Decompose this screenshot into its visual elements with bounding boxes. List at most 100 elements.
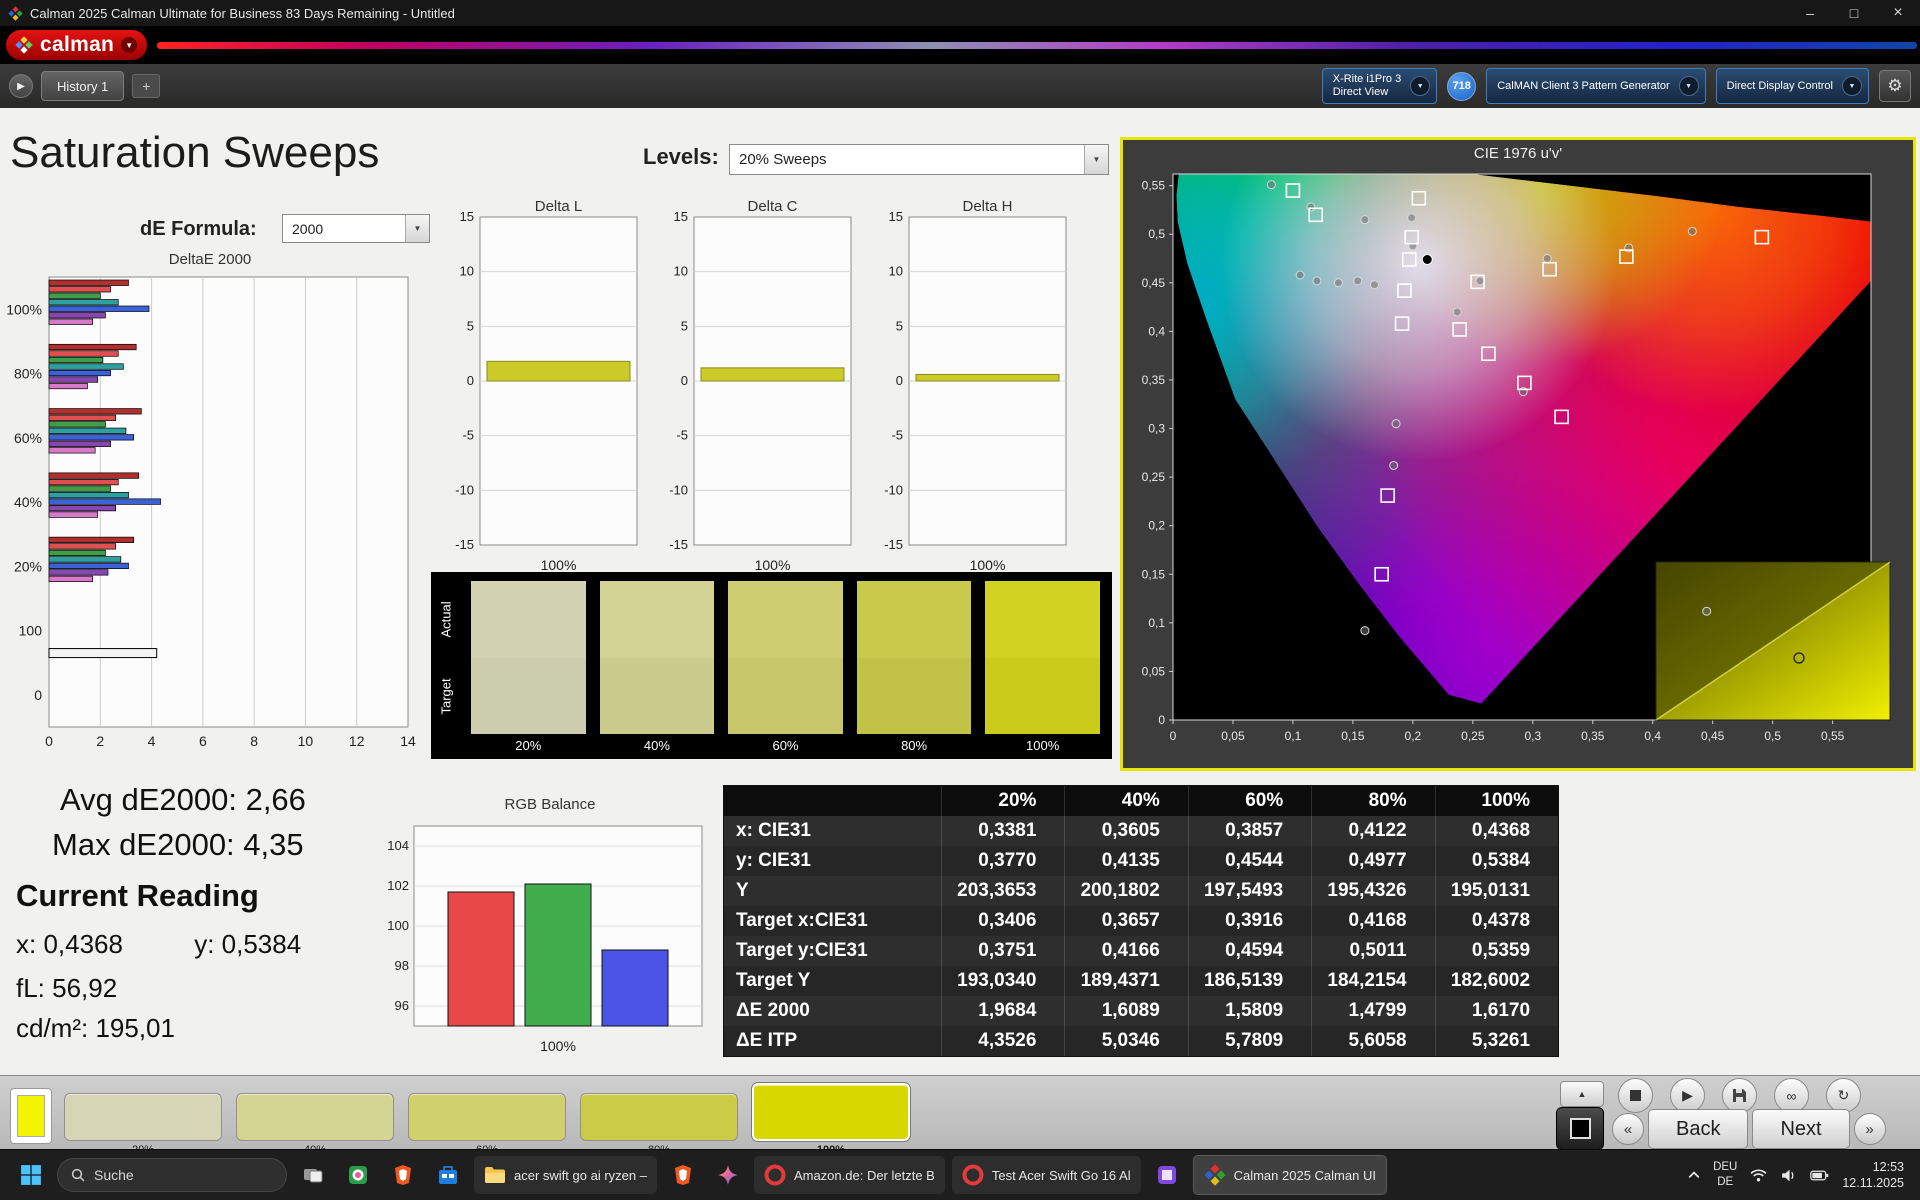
value-cell: 0,4378 bbox=[1436, 906, 1558, 936]
pattern-swatch-button[interactable]: 20% bbox=[64, 1093, 222, 1156]
yellow-pattern-button[interactable] bbox=[10, 1088, 52, 1144]
max-de-readout: Max dE2000: 4,35 bbox=[52, 827, 304, 863]
svg-text:-5: -5 bbox=[462, 428, 474, 443]
avg-de-readout: Avg dE2000: 2,66 bbox=[60, 782, 306, 818]
taskbar-brave-button[interactable] bbox=[664, 1156, 702, 1194]
lang-line1: DEU bbox=[1713, 1160, 1737, 1175]
column-header: 60% bbox=[1189, 786, 1312, 816]
taskbar-opera-window[interactable]: Test Acer Swift Go 16 Al bbox=[952, 1156, 1141, 1194]
back-button[interactable]: Back bbox=[1648, 1109, 1748, 1149]
svg-text:Delta L: Delta L bbox=[535, 198, 583, 215]
svg-text:40%: 40% bbox=[14, 494, 42, 510]
purple-app-icon bbox=[1156, 1164, 1178, 1186]
value-cell: 0,4135 bbox=[1065, 846, 1188, 876]
pattern-strip: 20%40%60%80%100% ▲ ▶ ∞ ↻ « Back Next » bbox=[0, 1075, 1920, 1149]
row-label: ΔE ITP bbox=[724, 1026, 942, 1056]
logo-caret-icon[interactable]: ▼ bbox=[121, 37, 137, 53]
history-tab[interactable]: History 1 bbox=[41, 71, 124, 101]
brave-icon bbox=[672, 1164, 694, 1186]
play-button[interactable]: ▶ bbox=[1670, 1078, 1705, 1113]
tray-time: 12:53 bbox=[1842, 1159, 1904, 1175]
value-cell: 186,5139 bbox=[1189, 966, 1312, 996]
stop-pattern-button[interactable] bbox=[1556, 1107, 1604, 1150]
value-cell: 5,6058 bbox=[1312, 1026, 1435, 1056]
svg-text:0,5: 0,5 bbox=[1764, 729, 1781, 743]
taskbar-store-button[interactable] bbox=[429, 1156, 467, 1194]
next-chevron-icon[interactable]: » bbox=[1854, 1113, 1886, 1145]
svg-text:20%: 20% bbox=[14, 558, 42, 574]
value-cell: 189,4371 bbox=[1065, 966, 1188, 996]
reading-cdm2: cd/m²: 195,01 bbox=[16, 1013, 175, 1044]
svg-text:0,3: 0,3 bbox=[1148, 422, 1165, 436]
taskbar-copilot-button[interactable] bbox=[709, 1156, 747, 1194]
language-indicator[interactable]: DEU DE bbox=[1713, 1160, 1737, 1190]
value-cell: 1,9684 bbox=[942, 996, 1065, 1026]
taskbar-calman-window[interactable]: Calman 2025 Calman UI bbox=[1193, 1155, 1387, 1195]
de-formula-select[interactable]: 2000 ▼ bbox=[282, 214, 430, 243]
volume-icon[interactable] bbox=[1780, 1168, 1797, 1183]
de-formula-label: dE Formula: bbox=[140, 218, 257, 241]
taskbar-taskview-button[interactable] bbox=[294, 1156, 332, 1194]
value-cell: 197,5493 bbox=[1189, 876, 1312, 906]
chevron-down-icon: ▼ bbox=[1679, 76, 1699, 96]
close-button[interactable]: × bbox=[1876, 0, 1920, 26]
pattern-swatch-button[interactable]: 80% bbox=[580, 1093, 738, 1156]
swatch-column: 80% bbox=[857, 581, 972, 756]
taskbar-apps: acer swift go ai ryzen – Amazon.de: Der l… bbox=[294, 1155, 1387, 1195]
pattern-swatch-button[interactable]: 60% bbox=[408, 1093, 566, 1156]
meter-dropdown[interactable]: X-Rite i1Pro 3 Direct View ▼ bbox=[1322, 68, 1437, 104]
history-nav-button[interactable]: ▶ bbox=[9, 74, 33, 98]
minimize-button[interactable]: – bbox=[1788, 0, 1832, 26]
search-icon bbox=[71, 1168, 85, 1182]
row-label: ΔE 2000 bbox=[724, 996, 942, 1026]
pattern-generator-dropdown[interactable]: CalMAN Client 3 Pattern Generator ▼ bbox=[1486, 68, 1705, 104]
svg-text:0: 0 bbox=[467, 373, 474, 388]
refresh-button[interactable]: ↻ bbox=[1826, 1078, 1861, 1113]
add-history-button[interactable]: + bbox=[132, 74, 160, 98]
brave-icon bbox=[392, 1164, 414, 1186]
taskbar-purple-app-button[interactable] bbox=[1148, 1156, 1186, 1194]
pattern-swatch-button[interactable]: 100% bbox=[752, 1083, 910, 1156]
battery-icon[interactable] bbox=[1810, 1170, 1829, 1181]
display-control-dropdown[interactable]: Direct Display Control ▼ bbox=[1716, 68, 1869, 104]
start-button[interactable] bbox=[12, 1156, 50, 1194]
taskbar-explorer-window[interactable]: acer swift go ai ryzen – bbox=[474, 1156, 657, 1194]
actual-swatch bbox=[471, 581, 586, 658]
svg-text:10: 10 bbox=[674, 264, 688, 279]
row-label: Target x:CIE31 bbox=[724, 906, 942, 936]
svg-text:0,15: 0,15 bbox=[1142, 567, 1166, 581]
rgb-balance-title: RGB Balance bbox=[400, 796, 700, 813]
pattern-swatch-row: 20%40%60%80%100% bbox=[64, 1083, 910, 1156]
levels-value: 20% Sweeps bbox=[739, 151, 827, 168]
taskbar-search[interactable]: Suche bbox=[57, 1158, 287, 1192]
value-cell: 0,3770 bbox=[942, 846, 1065, 876]
svg-text:15: 15 bbox=[889, 209, 903, 224]
gear-icon[interactable]: ⚙ bbox=[1879, 70, 1911, 102]
back-chevron-icon[interactable]: « bbox=[1612, 1113, 1644, 1145]
taskbar-window-label: Amazon.de: Der letzte B bbox=[794, 1168, 935, 1183]
collapse-strip-button[interactable]: ▲ bbox=[1560, 1081, 1604, 1107]
link-button[interactable]: ∞ bbox=[1774, 1078, 1809, 1113]
clock[interactable]: 12:53 12.11.2025 bbox=[1842, 1159, 1904, 1192]
table-row: Target y:CIE310,37510,41660,45940,50110,… bbox=[724, 936, 1558, 966]
svg-text:0,25: 0,25 bbox=[1142, 470, 1166, 484]
actual-swatch bbox=[728, 581, 843, 658]
pattern-swatch-button[interactable]: 40% bbox=[236, 1093, 394, 1156]
levels-select[interactable]: 20% Sweeps ▼ bbox=[729, 144, 1109, 175]
svg-text:0: 0 bbox=[34, 687, 42, 703]
play-icon: ▶ bbox=[1682, 1087, 1693, 1104]
target-swatch bbox=[600, 658, 715, 735]
stop-button[interactable] bbox=[1618, 1078, 1653, 1113]
taskbar-photos-button[interactable] bbox=[339, 1156, 377, 1194]
meter-count-badge[interactable]: 718 bbox=[1447, 72, 1476, 101]
wifi-icon[interactable] bbox=[1750, 1169, 1767, 1182]
save-button[interactable] bbox=[1722, 1078, 1757, 1113]
taskbar-brave-button[interactable] bbox=[384, 1156, 422, 1194]
value-cell: 1,4799 bbox=[1312, 996, 1435, 1026]
taskbar-opera-window[interactable]: Amazon.de: Der letzte B bbox=[754, 1156, 945, 1194]
svg-text:100: 100 bbox=[19, 623, 43, 639]
calman-logo[interactable]: calman ▼ bbox=[6, 30, 147, 60]
tray-chevron-icon[interactable] bbox=[1688, 1171, 1700, 1179]
next-button[interactable]: Next bbox=[1752, 1109, 1849, 1149]
maximize-button[interactable]: □ bbox=[1832, 0, 1876, 26]
